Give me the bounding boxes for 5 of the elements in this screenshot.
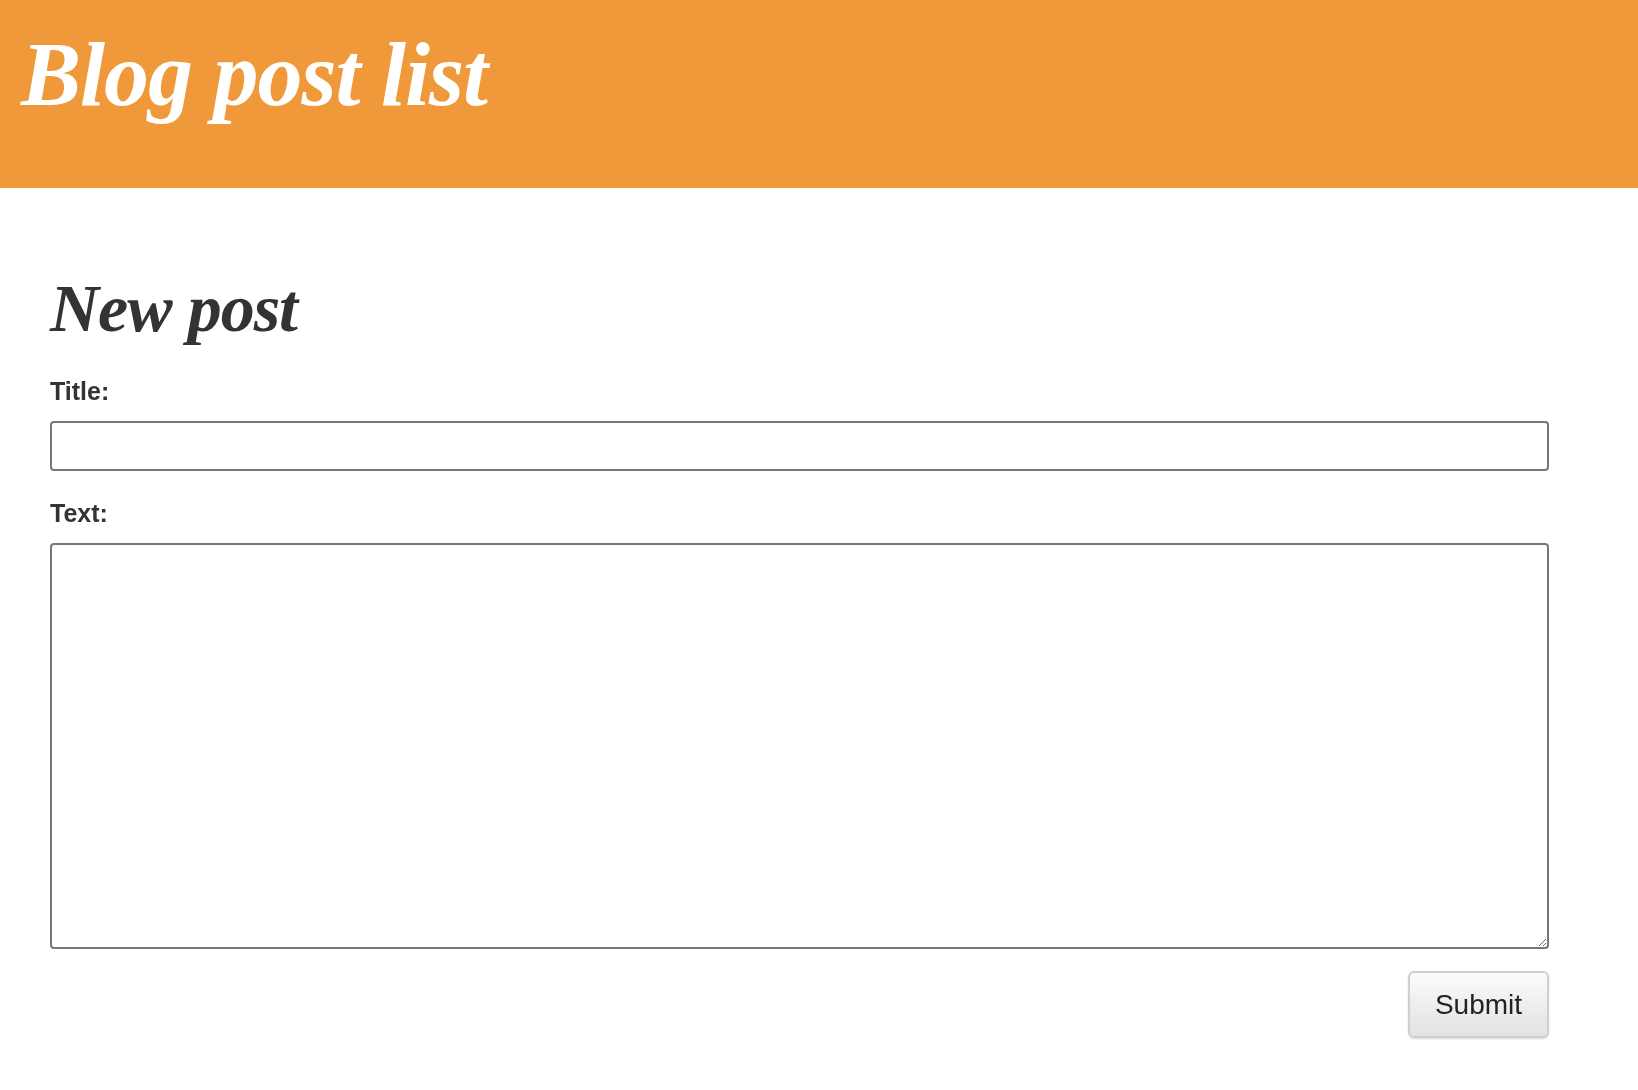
field-label: Title: <box>50 379 110 404</box>
submit-button[interactable]: Submit <box>1408 971 1549 1038</box>
textarea-field[interactable] <box>50 543 1549 949</box>
input-field[interactable] <box>50 421 1549 471</box>
field-label: Text: <box>50 501 108 526</box>
